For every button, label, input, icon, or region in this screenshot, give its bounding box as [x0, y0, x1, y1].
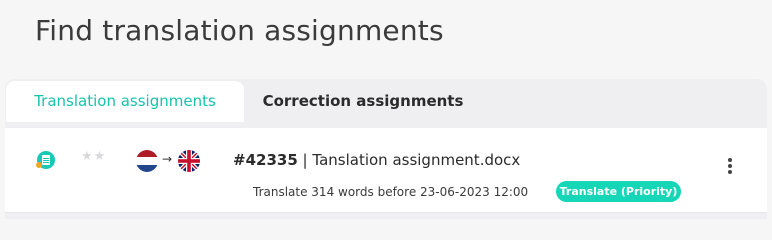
- arrow-right-icon: →: [162, 152, 173, 166]
- page-title: Find translation assignments: [35, 14, 444, 47]
- tab-correction-assignments[interactable]: Correction assignments: [253, 81, 473, 122]
- assignment-id: #42335: [233, 151, 298, 169]
- title-separator: |: [302, 151, 308, 169]
- tab-translation-assignments[interactable]: Translation assignments: [6, 81, 244, 122]
- assignment-card[interactable]: ★★ → #42335 | Tanslation assignment.docx: [5, 128, 767, 213]
- rating-stars: ★★: [81, 149, 107, 164]
- tab-bar: Translation assignments Correction assig…: [5, 79, 767, 122]
- netherlands-flag-icon: [136, 150, 158, 172]
- assignments-panel: Translation assignments Correction assig…: [5, 79, 767, 219]
- assignment-deadline: Translate 314 words before 23-06-2023 12…: [253, 185, 529, 199]
- vertical-dots-icon[interactable]: [724, 158, 736, 180]
- document-chat-icon: [36, 151, 55, 169]
- assignment-title[interactable]: #42335 | Tanslation assignment.docx: [233, 151, 520, 169]
- priority-badge: Translate (Priority): [556, 181, 681, 202]
- assignment-name: Tanslation assignment.docx: [312, 151, 521, 169]
- united-kingdom-flag-icon: [178, 150, 200, 172]
